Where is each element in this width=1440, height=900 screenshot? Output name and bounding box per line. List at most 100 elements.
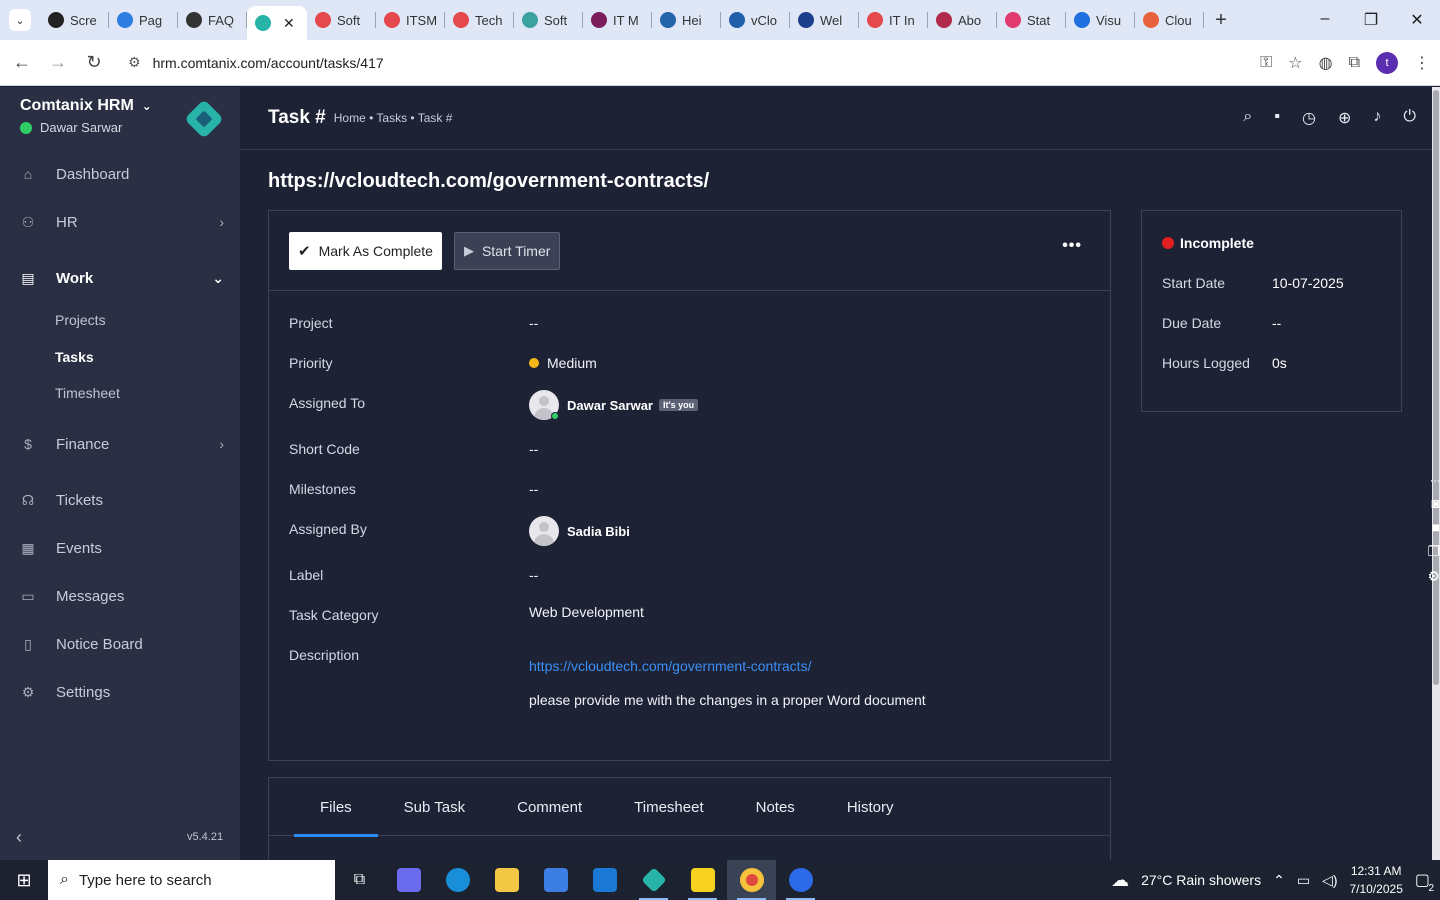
new-tab-button[interactable]: + [1204,9,1238,32]
sidebar-item-events[interactable]: ▦ Events [0,528,240,568]
browser-tab[interactable]: Soft [307,0,376,40]
weather-text[interactable]: 27°C Rain showers [1141,872,1261,888]
browser-tab[interactable]: ITSM [376,0,445,40]
taskbar-app-explorer[interactable] [482,860,531,900]
browser-menu-icon[interactable]: ⋮ [1414,53,1430,73]
notifications-icon[interactable]: ▢ 2 [1415,870,1434,894]
sidebar-item-notice-board[interactable]: ▯ Notice Board [0,624,240,664]
avatar[interactable] [529,516,559,546]
sidebar-item-work[interactable]: ▤ Work ⌄ [0,258,240,298]
sidebar-subitem-timesheet[interactable]: Timesheet [55,385,120,401]
taskbar-app-sticky-notes[interactable] [678,860,727,900]
back-button[interactable]: ← [4,52,40,73]
browser-tab[interactable]: Visu [1066,0,1135,40]
windows-start-button[interactable]: ⊞ [0,870,48,891]
assignee-name[interactable]: Dawar Sarwar [567,398,653,413]
close-window-button[interactable]: ✕ [1394,10,1440,30]
taskbar-app-edge[interactable] [433,860,482,900]
reload-button[interactable]: ↻ [76,52,112,73]
camera-icon[interactable]: ◙ [1432,495,1440,511]
headset-icon: ☊ [21,491,35,508]
site-info-icon[interactable]: ⚙ [128,54,141,71]
volume-icon[interactable]: ◁) [1322,872,1337,889]
browser-tab[interactable]: IT In [859,0,928,40]
more-tools-icon[interactable]: ⋯ [1430,476,1440,487]
browser-tab[interactable]: FAQ [178,0,247,40]
browser-tab[interactable]: Tech [445,0,514,40]
browser-tab[interactable]: Soft [514,0,583,40]
taskbar-app-hrm[interactable] [629,860,678,900]
network-icon[interactable]: ▭ [1297,872,1310,889]
more-options-button[interactable]: ••• [1062,237,1082,255]
tab-comment[interactable]: Comment [491,778,608,836]
browser-tab[interactable]: Wel [790,0,859,40]
tab-files[interactable]: Files [294,778,378,837]
tab-notes[interactable]: Notes [730,778,821,836]
restore-button[interactable]: ❐ [1348,10,1394,30]
taskbar-app-copilot[interactable] [384,860,433,900]
sidebar-item-settings[interactable]: ⚙ Settings [0,672,240,712]
field-label-label: Label [289,567,324,583]
taskbar-app-chrome[interactable] [727,860,776,900]
tab-sub-task[interactable]: Sub Task [378,778,491,836]
sidebar-item-messages[interactable]: ▭ Messages [0,576,240,616]
chevron-right-icon: › [219,214,224,230]
chevron-up-icon[interactable]: ⌃ [1273,872,1285,889]
taskbar-app-mail[interactable] [580,860,629,900]
sidebar-item-finance[interactable]: $ Finance › [0,424,240,464]
browser-tab[interactable]: Scre [40,0,109,40]
clock-icon[interactable]: ◷ [1302,108,1316,128]
sidebar-subitem-projects[interactable]: Projects [55,312,106,328]
browser-tab[interactable]: Abo [928,0,997,40]
tab-history[interactable]: History [821,778,920,836]
sidebar-item-dashboard[interactable]: ⌂ Dashboard [0,154,240,194]
due-date-value: -- [1272,315,1282,331]
password-key-icon[interactable]: ⚿ [1260,54,1272,72]
taskbar-app-zoom[interactable] [776,860,825,900]
collapse-sidebar-button[interactable]: ‹ [16,827,22,848]
taskbar-search[interactable]: ⌕ Type here to search [48,860,335,900]
browser-tab[interactable]: IT M [583,0,652,40]
browser-tab[interactable]: Pag [109,0,178,40]
description-link[interactable]: https://vcloudtech.com/government-contra… [529,658,811,674]
task-view-button[interactable]: ⧉ [335,860,384,900]
gear-icon[interactable]: ⚙ [1427,568,1440,585]
sidebar-item-tickets[interactable]: ☊ Tickets [0,480,240,520]
forward-button[interactable]: → [40,52,76,73]
field-value-priority: Medium [529,355,597,371]
search-icon[interactable]: ⌕ [1243,108,1252,128]
tab-timesheet[interactable]: Timesheet [608,778,729,836]
browser-tab[interactable]: vClo [721,0,790,40]
extensions-icon[interactable]: ⧉ [1349,54,1360,72]
taskbar-app-store[interactable] [531,860,580,900]
assigner-name[interactable]: Sadia Bibi [567,524,630,539]
bell-icon[interactable]: ♪ [1373,108,1381,128]
add-circle-icon[interactable]: ⊕ [1338,108,1351,128]
profile-avatar[interactable]: t [1376,51,1398,74]
close-tab-icon[interactable]: ✕ [283,15,295,32]
tab-search-button[interactable]: ⌄ [0,0,40,40]
power-icon[interactable]: ⏻ [1403,108,1416,128]
url-field[interactable]: ⚙ hrm.comtanix.com/account/tasks/417 [120,45,1260,80]
bookmark-star-icon[interactable]: ☆ [1288,53,1302,73]
video-camera-icon[interactable]: ■ [1432,519,1440,535]
page-scrollbar-thumb[interactable] [1433,90,1439,685]
brand-switcher[interactable]: Comtanix HRM ⌄ [20,97,152,115]
browser-tab[interactable]: ✕ [247,6,307,40]
browser-tab[interactable]: Clou [1135,0,1204,40]
browser-tab[interactable]: Stat [997,0,1066,40]
sticky-note-icon[interactable]: ▪ [1274,108,1280,128]
sidebar-item-label: Settings [56,683,111,701]
window-capture-icon[interactable]: ❐ [1427,543,1440,560]
browser-tab[interactable]: Hei [652,0,721,40]
sidebar-subitem-tasks[interactable]: Tasks [55,349,94,365]
minimize-button[interactable]: – [1302,10,1348,30]
start-timer-button[interactable]: ▶ Start Timer [453,231,561,270]
users-icon: ⚇ [21,213,35,230]
sidebar-item-hr[interactable]: ⚇ HR › [0,202,240,242]
task-details-card: ✔ Mark As Complete ▶ Start Timer ••• Pro… [268,210,1111,761]
clock[interactable]: 12:31 AM 7/10/2025 [1349,862,1402,898]
mark-complete-button[interactable]: ✔ Mark As Complete [289,231,442,270]
page-title: Task # [268,107,326,128]
translate-icon[interactable]: ◍ [1319,53,1333,73]
